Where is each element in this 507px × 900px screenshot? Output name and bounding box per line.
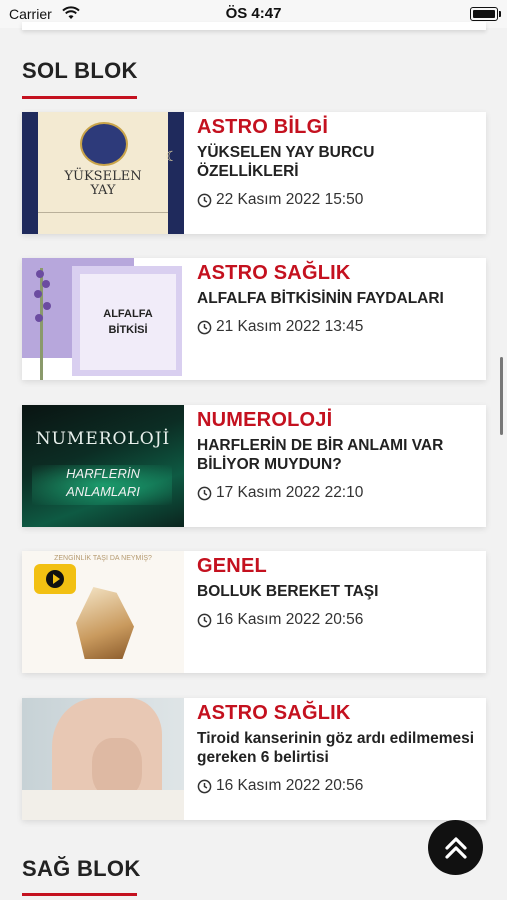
article-card[interactable]: YÜKSELEN YAY ☾ ASTRO BİLGİ YÜKSELEN YAY … [22,112,486,234]
moon-icon: ☾ [165,148,178,164]
article-title[interactable]: ALFALFA BİTKİSİNİN FAYDALARI [197,289,478,308]
article-title[interactable]: HARFLERİN DE BİR ANLAMI VAR BİLİYOR MUYD… [197,436,478,474]
thumb-caption: ALFALFA BİTKİSİ [80,274,176,370]
thumb-subcaption: HARFLERİN ANLAMLARI [66,466,140,499]
status-time: ÖS 4:47 [225,5,282,22]
article-category: ASTRO SAĞLIK [197,262,351,284]
scroll-to-top-button[interactable] [428,820,483,875]
article-date: 17 Kasım 2022 22:10 [197,484,478,502]
article-thumbnail: ALFALFA BİTKİSİ [22,258,184,380]
article-title[interactable]: Tiroid kanserinin göz ardı edilmemesi ge… [197,729,478,767]
section-underline [22,893,137,896]
previous-card-edge [22,22,486,30]
clock-icon [197,613,212,627]
article-thumbnail: YÜKSELEN YAY ☾ [22,112,184,234]
thumb-caption: NUMEROLOJİ [35,429,171,449]
article-category: GENEL [197,555,267,577]
article-card[interactable]: ASTRO SAĞLIK Tiroid kanserinin göz ardı … [22,698,486,820]
article-date: 22 Kasım 2022 15:50 [197,191,478,209]
article-card[interactable]: ALFALFA BİTKİSİ ASTRO SAĞLIK ALFALFA BİTK… [22,258,486,380]
article-title[interactable]: BOLLUK BEREKET TAŞI [197,582,478,601]
section-underline [22,96,137,99]
clock-icon [197,320,212,334]
clock-icon [197,193,212,207]
battery-icon [470,7,501,21]
double-chevron-up-icon [444,836,467,859]
article-category: ASTRO SAĞLIK [197,702,351,724]
article-date: 16 Kasım 2022 20:56 [197,777,478,795]
thumb-caption: ZENGİNLİK TAŞI DA NEYMİŞ? [54,555,152,562]
section-title-left: SOL BLOK [22,58,138,83]
article-thumbnail: NUMEROLOJİ HARFLERİN ANLAMLARI [22,405,184,527]
play-icon[interactable] [34,564,76,594]
article-date: 16 Kasım 2022 20:56 [197,611,478,629]
article-card[interactable]: ZENGİNLİK TAŞI DA NEYMİŞ? GENEL BOLLUK B… [22,551,486,673]
article-card[interactable]: NUMEROLOJİ HARFLERİN ANLAMLARI NUMEROLOJ… [22,405,486,527]
zodiac-emblem-icon [80,122,128,166]
section-title-right: SAĞ BLOK [22,856,141,881]
thumb-caption: YÜKSELEN YAY [64,169,142,198]
clock-icon [197,486,212,500]
article-title[interactable]: YÜKSELEN YAY BURCU ÖZELLİKLERİ [197,143,478,181]
article-category: NUMEROLOJİ [197,409,333,431]
article-date: 21 Kasım 2022 13:45 [197,318,478,336]
article-category: ASTRO BİLGİ [197,116,329,138]
article-thumbnail: ZENGİNLİK TAŞI DA NEYMİŞ? [22,551,184,673]
article-thumbnail [22,698,184,820]
scroll-indicator[interactable] [500,357,503,435]
clock-icon [197,779,212,793]
